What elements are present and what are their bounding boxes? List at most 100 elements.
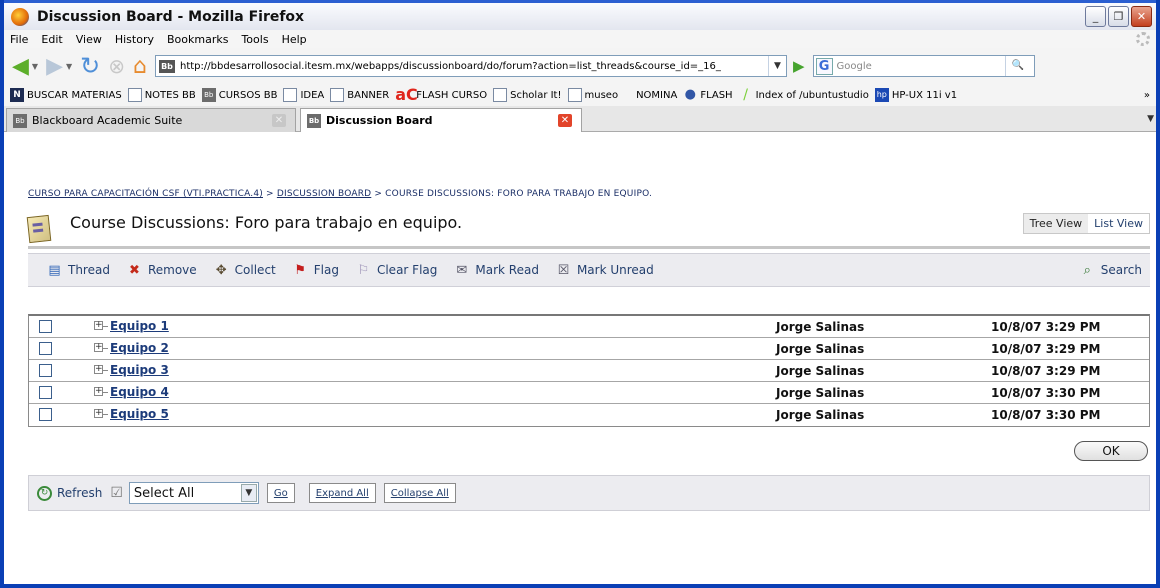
expand-toggle-icon[interactable]: + (94, 343, 103, 352)
row-checkbox[interactable] (39, 320, 52, 333)
expand-toggle-icon[interactable]: + (94, 387, 103, 396)
reload-icon[interactable]: ↻ (80, 52, 100, 80)
thread-date: 10/8/07 3:30 PM (991, 386, 1101, 400)
breadcrumb-board-link[interactable]: DISCUSSION BOARD (277, 189, 371, 199)
remove-button[interactable]: ✖ Remove (126, 263, 197, 278)
menu-tools[interactable]: Tools (241, 33, 268, 46)
page-icon (330, 88, 345, 102)
bookmark-banner[interactable]: BANNER (330, 88, 389, 102)
thread-date: 10/8/07 3:29 PM (991, 320, 1101, 334)
flash-icon: ● (684, 87, 696, 102)
tab-discussion-board[interactable]: Bb Discussion Board ✕ (300, 108, 582, 132)
url-dropdown-icon[interactable]: ▼ (768, 56, 786, 76)
page-content: CURSO PARA CAPACITACIÓN CSF (VTI.PRACTIC… (4, 132, 1156, 584)
bookmark-nomina[interactable]: NOMINA (636, 90, 677, 101)
table-row: + Equipo 5 Jorge Salinas 10/8/07 3:30 PM (29, 404, 1149, 426)
url-text[interactable]: http://bbdesarrollosocial.itesm.mx/webap… (180, 61, 721, 72)
back-button[interactable]: ◀ ▼ (12, 54, 38, 79)
list-view-button[interactable]: List View (1088, 214, 1149, 233)
bookmark-notes-bb[interactable]: NOTES BB (127, 88, 196, 102)
menu-edit[interactable]: Edit (41, 33, 62, 46)
search-placeholder[interactable]: Google (837, 61, 872, 72)
search-icon: ⌕ (1083, 262, 1091, 278)
mark-read-button[interactable]: ✉ Mark Read (453, 263, 539, 278)
go-arrow-icon[interactable]: ▶ (793, 57, 805, 75)
row-checkbox[interactable] (39, 342, 52, 355)
menu-bar: File Edit View History Bookmarks Tools H… (4, 30, 1156, 48)
menu-file[interactable]: File (10, 33, 28, 46)
thread-date: 10/8/07 3:30 PM (991, 408, 1101, 422)
menu-view[interactable]: View (76, 33, 102, 46)
forward-button[interactable]: ▶ ▼ (46, 54, 72, 79)
bookmark-flash-curso[interactable]: aC FLASH CURSO (395, 87, 487, 103)
bookmark-hp-ux[interactable]: hp HP-UX 11i v1 (874, 88, 957, 102)
thread-subject-link[interactable]: Equipo 2 (110, 341, 169, 355)
bookmark-museo[interactable]: museo (567, 88, 618, 102)
bookmark-flash[interactable]: ● FLASH (683, 87, 733, 102)
blackboard-icon: Bb (13, 113, 27, 128)
tab-close-icon[interactable]: ✕ (272, 114, 286, 127)
row-checkbox[interactable] (39, 386, 52, 399)
thread-button[interactable]: ▤ Thread (46, 263, 110, 278)
refresh-icon: ↻ (37, 485, 52, 501)
stop-icon[interactable]: ⊗ (108, 54, 125, 78)
chevron-down-icon[interactable]: ▼ (240, 484, 257, 502)
ok-button[interactable]: OK (1074, 441, 1148, 461)
go-button[interactable]: Go (266, 483, 295, 503)
menu-help[interactable]: Help (282, 33, 307, 46)
maximize-button[interactable]: ❐ (1108, 6, 1129, 27)
tab-list-chevron-icon[interactable]: ▼ (1147, 114, 1154, 124)
flag-button[interactable]: ⚑ Flag (292, 263, 339, 278)
minimize-button[interactable]: _ (1085, 6, 1106, 27)
expand-toggle-icon[interactable]: + (94, 321, 103, 330)
clear-flag-icon: ⚐ (357, 262, 370, 278)
home-icon[interactable]: ⌂ (133, 54, 147, 79)
throbber-icon (1136, 32, 1150, 46)
tree-connector (103, 348, 108, 349)
collect-icon: ✥ (215, 262, 227, 278)
thread-subject-link[interactable]: Equipo 4 (110, 385, 169, 399)
mark-unread-button[interactable]: ☒ Mark Unread (555, 263, 654, 278)
thread-subject-link[interactable]: Equipo 5 (110, 407, 169, 421)
bookmark-ubuntustudio[interactable]: / Index of /ubuntustudio (739, 88, 869, 102)
expand-all-button[interactable]: Expand All (308, 483, 376, 503)
expand-toggle-icon[interactable]: + (94, 365, 103, 374)
url-bar[interactable]: Bb http://bbdesarrollosocial.itesm.mx/we… (155, 55, 787, 77)
collect-button[interactable]: ✥ Collect (213, 263, 276, 278)
tree-view-button[interactable]: Tree View (1023, 214, 1089, 233)
menu-bookmarks[interactable]: Bookmarks (167, 33, 228, 46)
row-checkbox[interactable] (39, 408, 52, 421)
refresh-button[interactable]: ↻ Refresh (37, 485, 102, 501)
site-favicon-icon: Bb (159, 59, 175, 73)
select-all-dropdown[interactable]: Select All ▼ (128, 482, 259, 504)
close-button[interactable]: ✕ (1131, 6, 1152, 27)
n-logo-icon: N (10, 88, 24, 102)
tab-blackboard[interactable]: Bb Blackboard Academic Suite ✕ (6, 108, 296, 132)
google-engine-icon[interactable]: G (815, 57, 833, 75)
bookmark-idea[interactable]: IDEA (283, 88, 324, 102)
thread-subject-link[interactable]: Equipo 3 (110, 363, 169, 377)
collapse-all-button[interactable]: Collapse All (383, 483, 456, 503)
page-icon (127, 88, 142, 102)
bookmark-buscar-materias[interactable]: N BUSCAR MATERIAS (10, 88, 122, 102)
bookmark-cursos-bb[interactable]: Bb CURSOS BB (201, 88, 277, 102)
forward-dropdown-icon[interactable]: ▼ (66, 62, 72, 71)
expand-toggle-icon[interactable]: + (94, 409, 103, 418)
back-dropdown-icon[interactable]: ▼ (32, 62, 38, 71)
magnifier-icon[interactable]: 🔍 (1004, 56, 1031, 76)
breadcrumb-course-link[interactable]: CURSO PARA CAPACITACIÓN CSF (VTI.PRACTIC… (28, 189, 263, 199)
search-bar[interactable]: G Google 🔍 (812, 55, 1035, 77)
table-row: + Equipo 1 Jorge Salinas 10/8/07 3:29 PM (29, 316, 1149, 338)
page-icon (493, 88, 508, 102)
menu-history[interactable]: History (115, 33, 154, 46)
clear-flag-button[interactable]: ⚐ Clear Flag (355, 262, 438, 278)
table-row: + Equipo 3 Jorge Salinas 10/8/07 3:29 PM (29, 360, 1149, 382)
bookmarks-overflow-chevron[interactable]: » (1144, 90, 1150, 101)
search-button[interactable]: ⌕ Search (1079, 263, 1142, 278)
tab-close-icon[interactable]: ✕ (558, 114, 572, 127)
thread-subject-link[interactable]: Equipo 1 (110, 319, 169, 333)
navigation-toolbar: ◀ ▼ ▶ ▼ ↻ ⊗ ⌂ Bb http://bbdesarrollosocial… (4, 48, 1156, 84)
row-checkbox[interactable] (39, 364, 52, 377)
tab-label: Blackboard Academic Suite (32, 114, 183, 127)
bookmark-scholar[interactable]: Scholar It! (493, 88, 562, 102)
